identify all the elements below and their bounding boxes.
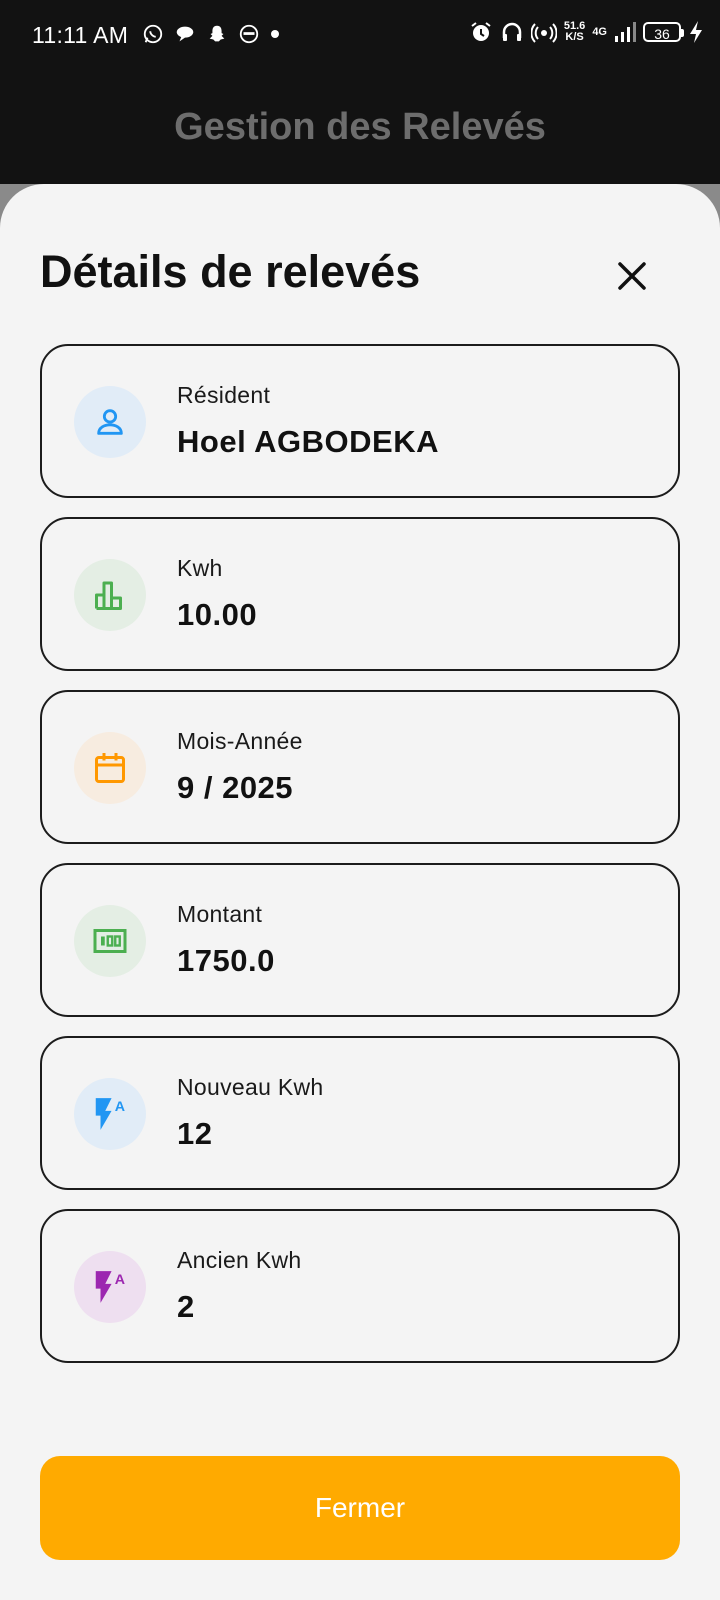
flash-auto-icon: A [95,1098,125,1130]
month-year-label: Mois-Année [177,728,303,754]
month-year-card: Mois-Année 9 / 2025 [40,690,680,844]
old-kwh-icon-badge: A [74,1251,146,1323]
close-button[interactable] [600,244,664,308]
hotspot-icon [530,20,557,44]
amount-value: 1750.0 [177,943,275,978]
notification-icons [142,23,280,45]
amount-icon-badge [74,905,146,977]
status-bar: 11:11 AM 51.6 K/S 4G 36 [0,0,720,72]
calendar-icon [95,753,125,783]
kwh-card: Kwh 10.00 [40,517,680,671]
amount-card: Montant 1750.0 [40,863,680,1017]
old-kwh-card: A Ancien Kwh 2 [40,1209,680,1363]
sheet-title: Détails de relevés [40,246,421,297]
app-bar: Gestion des Relevés [0,72,720,184]
chat-icon [174,23,196,45]
resident-label: Résident [177,382,271,408]
network-type: 4G [592,25,607,38]
network-speed: 51.6 K/S [563,20,586,43]
charging-icon [688,20,704,44]
headphones-icon [500,20,524,44]
signal-icon [614,21,636,43]
fermer-button[interactable]: Fermer [40,1456,680,1560]
money-icon [93,929,127,953]
system-icons: 51.6 K/S 4G 36 [469,20,704,44]
battery-indicator: 36 [643,22,684,42]
month-year-value: 9 / 2025 [177,770,294,805]
new-kwh-icon-badge: A [74,1078,146,1150]
whatsapp-icon [142,23,164,45]
alarm-icon [469,20,493,44]
new-kwh-value: 12 [177,1116,213,1151]
old-kwh-value: 2 [177,1289,195,1324]
svg-text:A: A [115,1272,125,1288]
app-title: Gestion des Relevés [174,106,546,148]
resident-card: Résident Hoel AGBODEKA [40,344,680,498]
status-time: 11:11 AM [32,22,129,48]
details-sheet: Détails de relevés Résident Hoel AGBODEK… [0,184,720,1600]
close-icon [618,262,646,290]
snapchat-icon [206,23,228,45]
kwh-value: 10.00 [177,597,258,632]
amount-label: Montant [177,901,263,927]
kwh-label: Kwh [177,555,223,581]
dot-icon [270,23,280,45]
kwh-icon-badge [74,559,146,631]
face-icon [238,23,260,45]
new-kwh-card: A Nouveau Kwh 12 [40,1036,680,1190]
flash-auto-icon: A [95,1271,125,1303]
new-kwh-label: Nouveau Kwh [177,1074,324,1100]
month-year-icon-badge [74,732,146,804]
old-kwh-label: Ancien Kwh [177,1247,302,1273]
bar-chart-icon [95,581,122,610]
resident-value: Hoel AGBODEKA [177,424,439,459]
svg-text:A: A [115,1099,125,1115]
person-icon [97,409,123,435]
resident-icon-badge [74,386,146,458]
